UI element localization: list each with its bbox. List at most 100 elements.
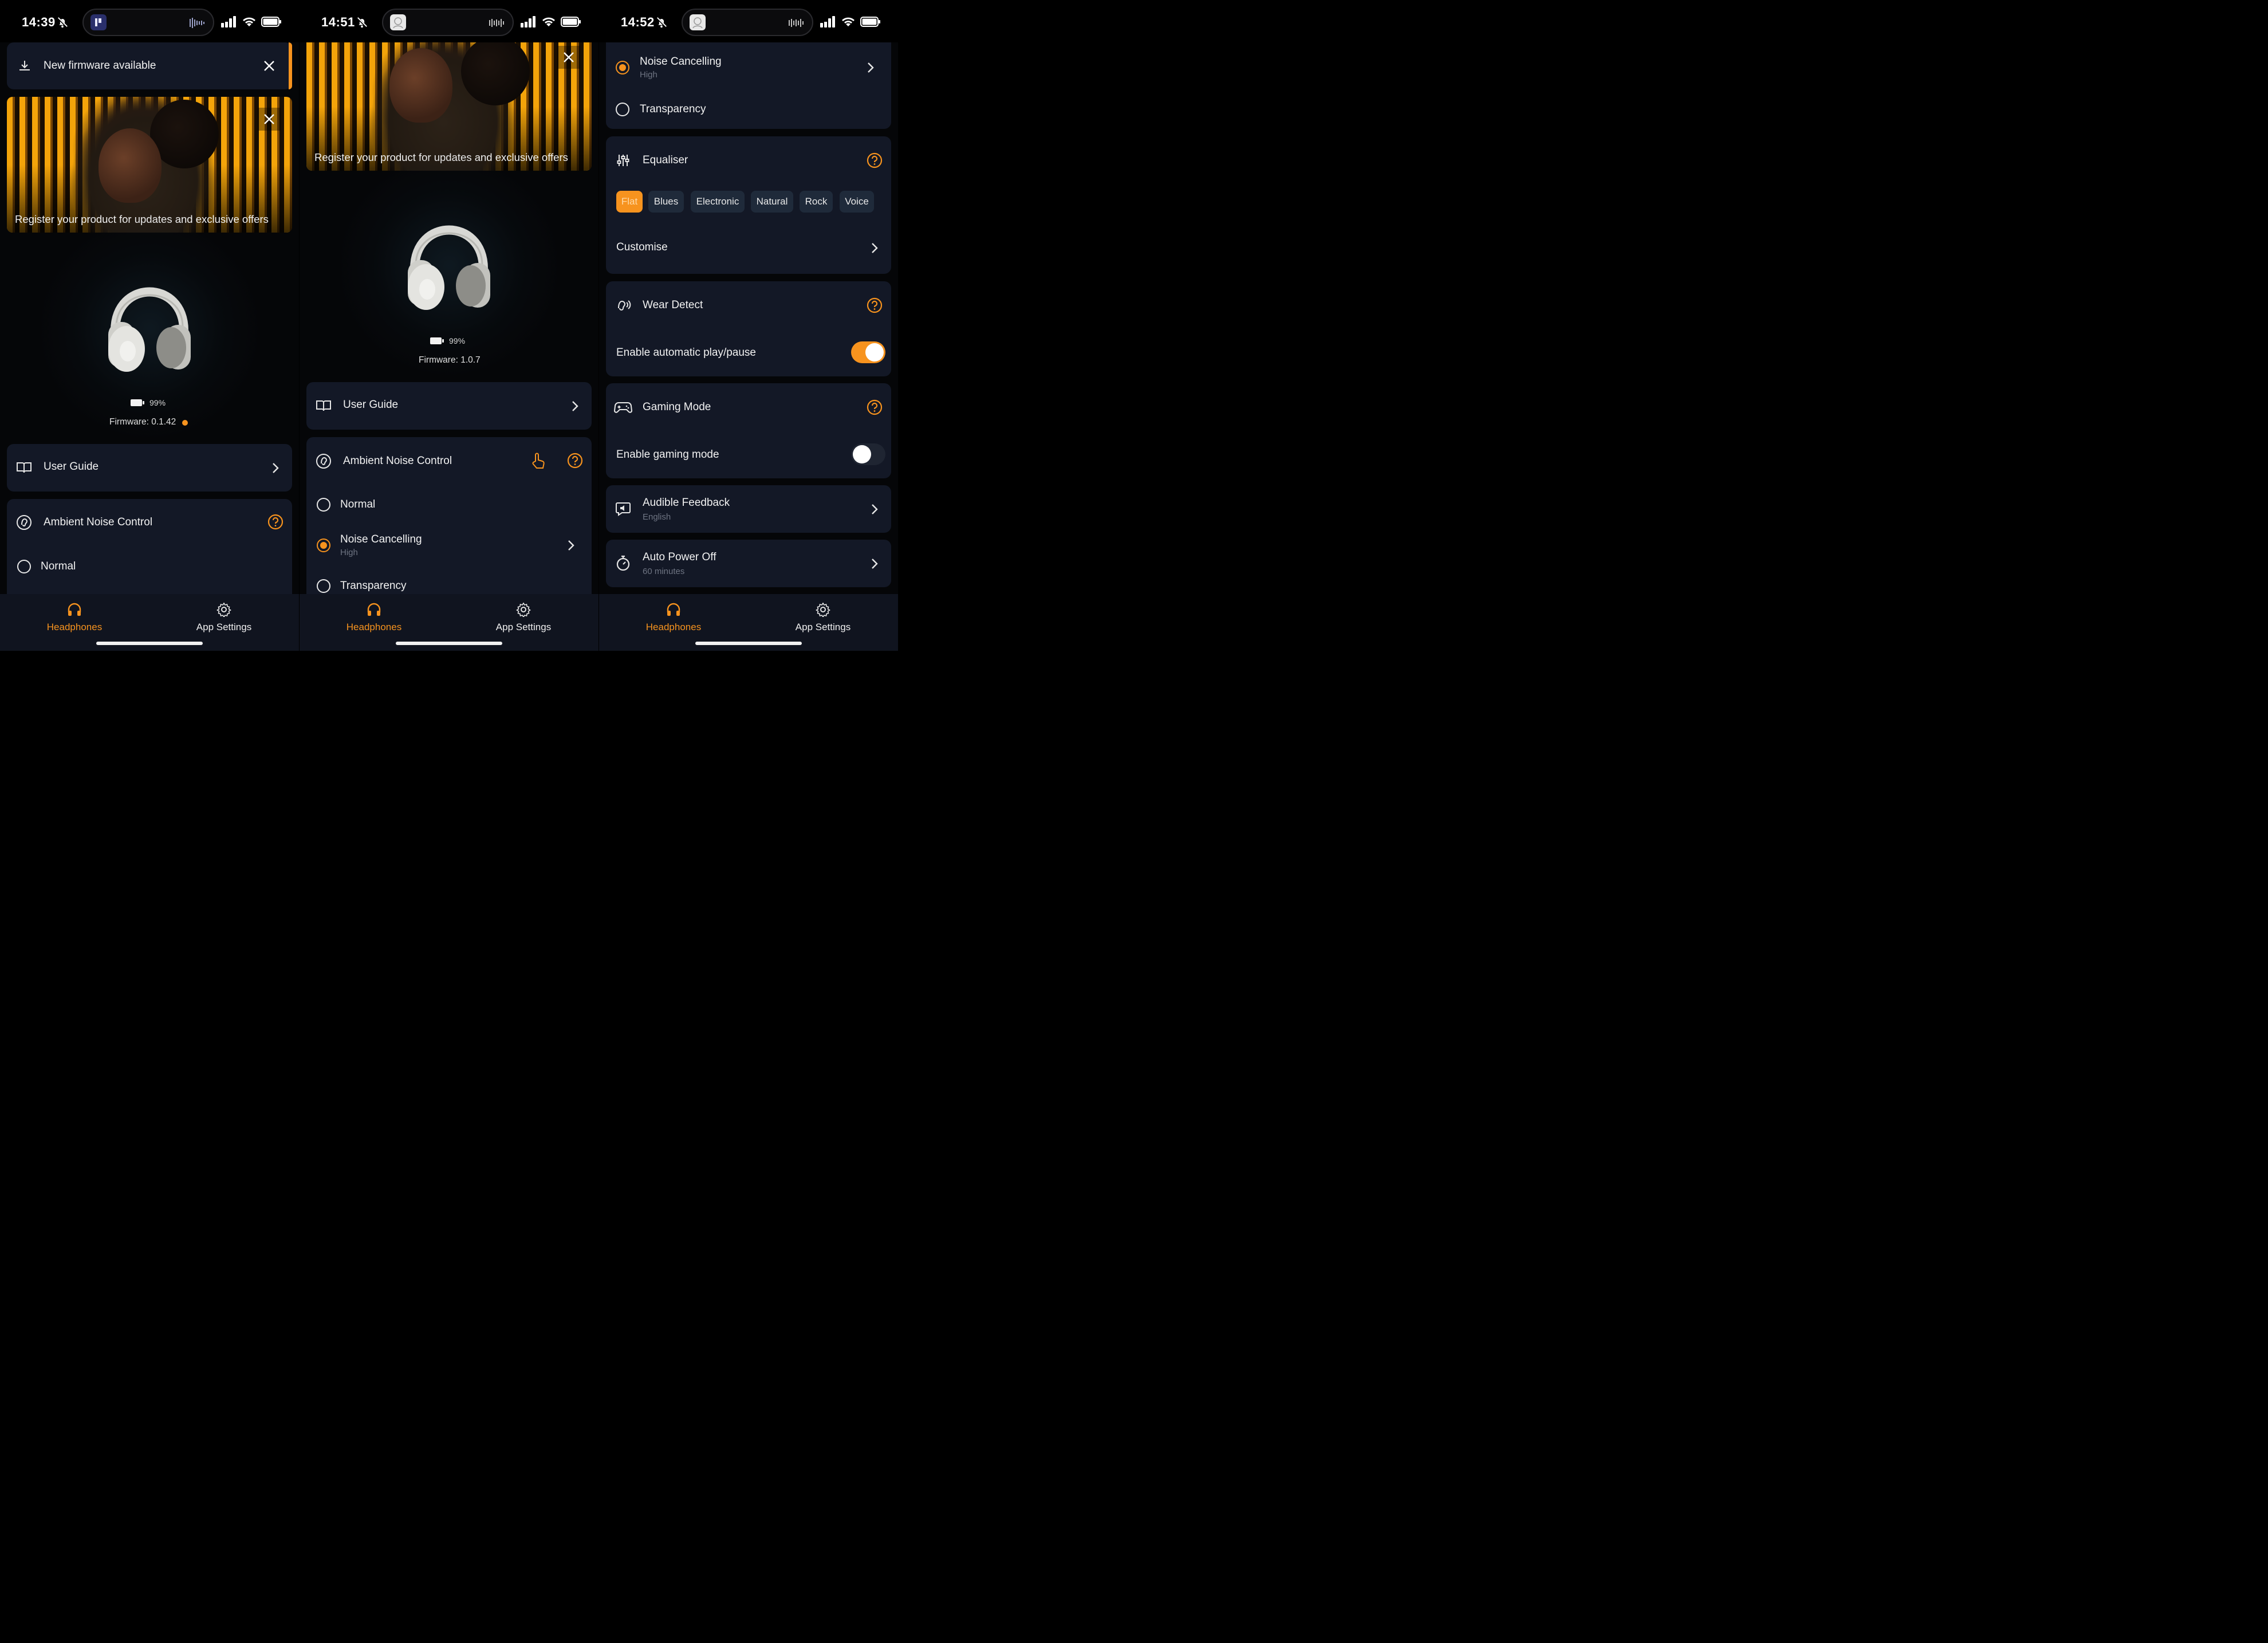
eq-customise-row[interactable]: Customise [606, 231, 891, 263]
ear-icon [316, 454, 331, 469]
screens: 14:39 New firmware available Register yo… [0, 0, 898, 651]
headphones-image [408, 225, 490, 310]
anc-option-noise-cancelling: Noise Cancelling [640, 56, 722, 68]
status-time: 14:52 [621, 15, 655, 29]
battery-level-icon [131, 399, 144, 406]
user-guide-label: User Guide [44, 461, 99, 473]
chevron-right-icon [273, 463, 279, 473]
gear-icon [816, 602, 830, 617]
dynamic-island[interactable] [382, 9, 514, 36]
app-icon [390, 14, 406, 30]
user-guide-row[interactable]: User Guide [306, 382, 592, 430]
gamepad-icon [614, 402, 632, 413]
tab-app-settings[interactable]: App Settings [766, 599, 880, 639]
status-bar: 14:52 [599, 0, 898, 42]
wear-detect-toggle[interactable] [851, 341, 885, 363]
home-indicator[interactable] [695, 642, 802, 645]
book-icon [316, 400, 331, 411]
tab-app-settings-label: App Settings [495, 622, 552, 632]
eq-preset-flat[interactable]: Flat [616, 191, 643, 213]
tab-headphones[interactable]: Headphones [17, 599, 132, 639]
radio-normal[interactable] [17, 560, 31, 573]
help-icon[interactable] [867, 399, 883, 415]
audible-feedback-row[interactable]: Audible Feedback English [606, 485, 891, 533]
eq-preset-rock[interactable]: Rock [800, 191, 833, 213]
firmware-update-banner[interactable]: New firmware available [7, 42, 292, 89]
anc-option-noise-cancelling-level: High [340, 548, 358, 557]
promo-close-button[interactable] [258, 108, 281, 131]
chevron-right-icon [872, 504, 878, 514]
tab-app-settings[interactable]: App Settings [167, 599, 281, 639]
chevron-right-icon[interactable] [567, 539, 575, 552]
wifi-icon [542, 17, 555, 26]
timer-icon [616, 555, 630, 571]
eq-preset-blues[interactable]: Blues [648, 191, 684, 213]
status-bar: 14:51 [300, 0, 598, 42]
scroll-content[interactable]: Register your product for updates and ex… [300, 42, 598, 594]
close-icon[interactable] [263, 60, 275, 72]
radio-noise-cancelling[interactable] [317, 539, 330, 552]
tab-app-settings[interactable]: App Settings [466, 599, 581, 639]
anc-option-noise-cancelling: Noise Cancelling [340, 533, 422, 545]
dynamic-island[interactable] [82, 9, 214, 36]
anc-option-normal: Normal [340, 498, 376, 510]
gear-icon [216, 602, 231, 617]
home-indicator[interactable] [96, 642, 203, 645]
promo-close-button[interactable] [557, 46, 580, 69]
app-icon [90, 14, 107, 30]
radio-noise-cancelling[interactable] [616, 61, 629, 74]
audible-feedback-title: Audible Feedback [643, 497, 730, 509]
firmware-banner-accent [289, 42, 292, 89]
battery-icon [261, 17, 281, 27]
status-time: 14:39 [22, 15, 56, 29]
cellular-signal-icon [521, 16, 536, 27]
equaliser-sliders-icon [617, 155, 629, 166]
user-guide-row[interactable]: User Guide [7, 444, 292, 492]
tab-headphones-label: Headphones [645, 622, 702, 632]
radio-transparency[interactable] [317, 579, 330, 593]
headphones-icon [667, 603, 680, 616]
radio-normal[interactable] [317, 498, 330, 512]
ear-icon [17, 515, 32, 530]
chevron-right-icon[interactable] [867, 61, 875, 74]
eq-preset-electronic[interactable]: Electronic [691, 191, 745, 213]
eq-preset-voice[interactable]: Voice [840, 191, 874, 213]
help-icon[interactable] [567, 453, 583, 469]
ambient-noise-card: Ambient Noise Control Normal Noise Cance… [306, 437, 592, 594]
battery-percent: 99% [449, 336, 466, 345]
wear-detect-title: Wear Detect [643, 299, 703, 311]
scroll-content[interactable]: Noise Cancelling High Transparency Equal… [599, 42, 898, 594]
help-icon[interactable] [267, 514, 284, 530]
help-icon[interactable] [867, 297, 883, 313]
dynamic-island[interactable] [682, 9, 813, 36]
touch-gesture-icon[interactable] [530, 452, 546, 469]
phone-screen-1: 14:39 New firmware available Register yo… [0, 0, 299, 651]
headphones-icon [367, 603, 381, 616]
help-icon[interactable] [867, 152, 883, 168]
ambient-noise-card: Noise Cancelling High Transparency [606, 42, 891, 129]
silent-bell-icon [356, 17, 368, 28]
promo-banner[interactable]: Register your product for updates and ex… [7, 97, 292, 233]
close-icon [264, 114, 274, 124]
wifi-icon [842, 17, 855, 26]
speaker-message-icon [616, 502, 631, 516]
auto-power-off-row[interactable]: Auto Power Off 60 minutes [606, 540, 891, 587]
equaliser-title: Equaliser [643, 154, 688, 166]
eq-preset-natural[interactable]: Natural [751, 191, 793, 213]
tab-bar: Headphones App Settings [300, 594, 598, 651]
home-indicator[interactable] [396, 642, 502, 645]
equaliser-card: Equaliser Flat Blues Electronic Natural … [606, 136, 891, 274]
gaming-mode-toggle[interactable] [851, 443, 885, 465]
anc-option-transparency: Transparency [640, 103, 706, 115]
battery-level-icon [430, 337, 444, 344]
battery-icon [860, 17, 880, 27]
anc-option-noise-cancelling-level: High [640, 70, 657, 80]
tab-headphones[interactable]: Headphones [616, 599, 731, 639]
firmware-version: Firmware: 1.0.7 [419, 355, 481, 365]
wifi-icon [243, 17, 255, 26]
gaming-mode-title: Gaming Mode [643, 401, 711, 413]
radio-transparency[interactable] [616, 103, 629, 116]
tab-headphones[interactable]: Headphones [317, 599, 431, 639]
scroll-content[interactable]: New firmware available Register your pro… [0, 42, 299, 594]
ambient-noise-card: Ambient Noise Control Normal [7, 499, 292, 594]
